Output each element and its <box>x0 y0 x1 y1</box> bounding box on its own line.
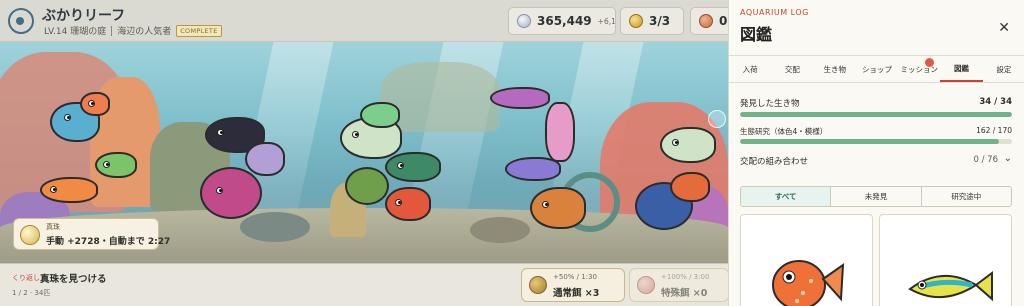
pearl-label: 真珠 <box>46 223 60 231</box>
aquarium-logo-icon <box>8 8 34 34</box>
silver-coin-icon <box>517 14 531 28</box>
tab-0[interactable]: 入荷 <box>729 56 771 82</box>
pearl-value: 手動 +2728・自動まで 2:27 <box>46 237 171 247</box>
fish-creature[interactable] <box>530 187 586 229</box>
research-progress <box>740 139 1012 144</box>
chevron-down-icon: ⌄ <box>1003 153 1012 164</box>
progress-fill <box>740 112 1012 117</box>
fish-creature[interactable] <box>80 92 110 116</box>
fish-creature[interactable] <box>670 172 710 202</box>
combo-value: 0 / 76 <box>973 155 999 165</box>
special-feed-button[interactable]: +100% / 3:00 特殊餌 ×0 <box>629 268 729 302</box>
gem-icon <box>699 14 713 28</box>
normal-feed-button[interactable]: +50% / 1:30 通常餌 ×3 <box>521 268 625 302</box>
rank-label: 海辺の人気者 <box>117 27 172 37</box>
quest-progress: 1 / 2 · 34匹 <box>12 289 51 297</box>
bubble <box>708 110 726 128</box>
filter-segment: すべて 未発見 研究途中 <box>740 186 1012 207</box>
turtle-creature[interactable] <box>345 167 389 205</box>
coin-value: 365,449 <box>537 14 592 28</box>
shark-creature[interactable] <box>505 157 561 181</box>
tab-1[interactable]: 交配 <box>771 56 813 82</box>
quest-title[interactable]: 真珠を見つける <box>40 271 107 285</box>
seahorse-creature[interactable] <box>245 142 285 176</box>
feed-rate: +50% / 1:30 <box>553 273 597 281</box>
tab-6[interactable]: 設定 <box>983 56 1024 82</box>
discovered-value: 34 / 34 <box>979 97 1012 107</box>
gold-coin-icon <box>629 14 643 28</box>
research-label: 生態研究（体色4・模様） <box>740 127 828 136</box>
gem-counter[interactable]: 0 <box>690 7 728 35</box>
discovered-stat: 発見した生き物 34 / 34 <box>740 97 1012 109</box>
encyclopedia-panel: AQUARIUM LOG 図鑑 ✕ 入荷 交配 生き物 ショップ ミッション 図鑑 設定 発… <box>728 0 1024 306</box>
aquarium-scene[interactable]: 真珠 手動 +2728・自動まで 2:27 <box>0 42 728 263</box>
shark-creature[interactable] <box>385 152 441 182</box>
level-label: LV.14 珊瑚の庭 <box>44 27 107 37</box>
special-bait-icon <box>637 276 655 294</box>
filter-0[interactable]: すべて <box>741 187 832 206</box>
tab-4[interactable]: ミッション <box>898 56 940 82</box>
nautilus-creature[interactable] <box>200 167 262 219</box>
top-bar: ぶかりリーフ LV.14 珊瑚の庭 海辺の人気者 COMPLETE 365,44… <box>0 0 728 42</box>
eel-creature[interactable] <box>490 87 550 109</box>
filter-2[interactable]: 研究途中 <box>922 187 1011 206</box>
feed-name: 特殊餌 ×0 <box>661 288 708 299</box>
progress-fill <box>740 139 1000 144</box>
research-value: 162 / 170 <box>976 126 1012 135</box>
feed-name: 通常餌 ×3 <box>553 288 600 299</box>
coin-counter[interactable]: 365,449 +6,137/分 <box>508 7 616 35</box>
bottom-bar: くり返し7 真珠を見つける 1 / 2 · 34匹 +50% / 1:30 通常… <box>0 263 729 306</box>
filter-1[interactable]: 未発見 <box>831 187 922 206</box>
seahorse-creature[interactable] <box>545 102 575 162</box>
fish-creature[interactable] <box>360 102 400 128</box>
tab-3[interactable]: ショップ <box>856 56 898 82</box>
gem-value: 0 <box>719 14 728 28</box>
pearl-button[interactable]: 真珠 手動 +2728・自動まで 2:27 <box>13 218 170 250</box>
aquarium-title: ぶかりリーフ <box>42 8 126 24</box>
pearl-icon <box>20 225 40 245</box>
creature-card[interactable] <box>740 214 873 306</box>
panel-tabs: 入荷 交配 生き物 ショップ ミッション 図鑑 設定 <box>729 55 1024 83</box>
rock-decoration <box>470 217 530 243</box>
creature-card[interactable] <box>879 214 1012 306</box>
research-stat: 生態研究（体色4・模様） 162 / 170 <box>740 126 1012 137</box>
fish-creature[interactable] <box>95 152 137 178</box>
tab-2[interactable]: 生き物 <box>814 56 856 82</box>
fish-creature[interactable] <box>385 187 431 221</box>
gold-counter[interactable]: 3/3 <box>620 7 684 35</box>
bait-icon <box>529 276 547 294</box>
feed-rate: +100% / 3:00 <box>661 273 710 281</box>
panel-kicker: AQUARIUM LOG <box>740 8 809 17</box>
discovered-progress <box>740 112 1012 117</box>
aquarium-subtitle: LV.14 珊瑚の庭 海辺の人気者 COMPLETE <box>44 24 222 37</box>
complete-badge: COMPLETE <box>176 24 222 37</box>
fish-creature[interactable] <box>40 177 98 203</box>
creature-grid <box>740 214 1012 306</box>
tab-5[interactable]: 図鑑 <box>940 56 983 82</box>
orange-fish-icon <box>772 260 845 306</box>
neon-fish-icon <box>908 271 993 302</box>
combo-label: 交配の組み合わせ <box>740 157 809 167</box>
divider <box>111 25 113 36</box>
rock-decoration <box>240 212 310 242</box>
coin-rate: +6,137/分 <box>597 16 616 26</box>
gold-value: 3/3 <box>649 14 671 28</box>
panel-title: 図鑑 <box>740 25 773 44</box>
fish-creature[interactable] <box>660 127 716 163</box>
discovered-label: 発見した生き物 <box>740 99 800 109</box>
close-icon[interactable]: ✕ <box>998 20 1010 36</box>
combo-row[interactable]: 交配の組み合わせ 0 / 76 ⌄ <box>740 153 1012 167</box>
